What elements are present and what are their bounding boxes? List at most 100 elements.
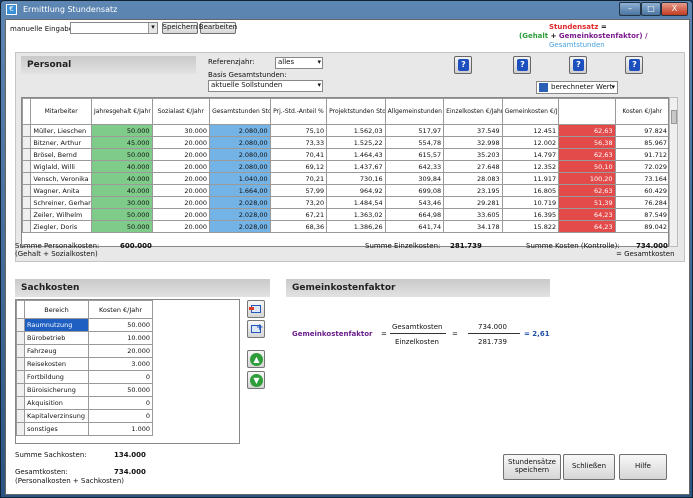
table-cell[interactable]: 62,63	[558, 184, 616, 197]
list-item[interactable]: Fahrzeug 20.000	[16, 344, 153, 358]
move-down-icon[interactable]: ▼	[247, 371, 265, 389]
table-row[interactable]: Ziegler, Doris 50.000 20.000 2.028,00 68,36 1…	[22, 220, 668, 233]
table-cell[interactable]: 20.000	[151, 136, 211, 149]
list-item[interactable]: Reisekosten 3.000	[16, 357, 153, 371]
table-cell[interactable]: Fortbildung	[24, 370, 89, 384]
table-cell[interactable]: 23.195	[443, 184, 503, 197]
column-header[interactable]: Projektstunden Std/Jahr	[326, 98, 386, 125]
table-cell[interactable]: 615,57	[384, 148, 445, 161]
column-header[interactable]: Bereich	[24, 300, 89, 319]
table-cell[interactable]: 309,84	[384, 172, 445, 185]
table-cell[interactable]: 64,23	[558, 220, 616, 233]
table-cell[interactable]: 730,16	[326, 172, 386, 185]
column-header[interactable]: Allgemeinstunden Std/Jahr	[384, 98, 445, 125]
table-cell[interactable]: 57,99	[269, 184, 328, 197]
table-cell[interactable]: 62,63	[558, 148, 616, 161]
add-row-icon[interactable]	[247, 300, 265, 318]
table-cell[interactable]: 50.000	[90, 148, 153, 161]
column-header[interactable]: Gesamtstunden Std/Jahr	[209, 98, 271, 125]
table-row[interactable]: Müller, Lieschen 50.000 30.000 2.080,00 75,1…	[22, 124, 668, 137]
table-cell[interactable]: 89.042	[614, 220, 668, 233]
table-cell[interactable]: Brösel, Bernd	[30, 148, 92, 161]
table-cell[interactable]: 3.000	[88, 357, 153, 371]
table-cell[interactable]: 67,21	[269, 208, 328, 221]
personal-table-scrollbar[interactable]	[669, 97, 678, 247]
table-cell[interactable]: Raumnutzung	[24, 318, 89, 332]
table-cell[interactable]: 1.363,02	[326, 208, 386, 221]
table-cell[interactable]: 1.386,26	[326, 220, 386, 233]
table-cell[interactable]: 12.352	[501, 160, 560, 173]
scrollbar-thumb[interactable]	[671, 110, 677, 124]
table-cell[interactable]: 40.000	[90, 184, 153, 197]
row-indicator[interactable]	[16, 383, 25, 397]
row-indicator[interactable]	[22, 124, 32, 137]
list-item[interactable]: Kapitalverzinsung 0	[16, 409, 153, 423]
insert-row-icon[interactable]: +	[247, 320, 265, 338]
table-cell[interactable]: 641,74	[384, 220, 445, 233]
table-cell[interactable]: 2.080,00	[209, 148, 271, 161]
table-cell[interactable]: Vensch, Veronika	[30, 172, 92, 185]
table-cell[interactable]: 554,78	[384, 136, 445, 149]
help-question-icon[interactable]: ?	[454, 56, 472, 74]
table-cell[interactable]: 73,20	[269, 196, 328, 209]
save-rates-button[interactable]: Stundensätze speichern	[503, 454, 561, 480]
table-cell[interactable]: 20.000	[151, 148, 211, 161]
table-cell[interactable]: 12.002	[501, 136, 560, 149]
row-indicator[interactable]	[22, 148, 32, 161]
table-cell[interactable]: Büroisicherung	[24, 383, 89, 397]
table-cell[interactable]: 16.805	[501, 184, 560, 197]
table-cell[interactable]: 0	[88, 409, 153, 423]
column-header[interactable]: Sozialast €/Jahr	[151, 98, 211, 125]
list-item[interactable]: Bürobetrieb 10.000	[16, 331, 153, 345]
table-cell[interactable]: Zeiler, Wilhelm	[30, 208, 92, 221]
help-question-icon[interactable]: ?	[569, 56, 587, 74]
move-up-icon[interactable]: ▲	[247, 350, 265, 368]
table-cell[interactable]: 20.000	[151, 208, 211, 221]
table-row[interactable]: Wagner, Anita 40.000 20.000 1.664,00 57,99 96…	[22, 184, 668, 197]
table-cell[interactable]: 33.605	[443, 208, 503, 221]
close-window-button[interactable]: X	[661, 2, 688, 16]
chevron-down-icon[interactable]: ▾	[317, 58, 321, 66]
table-cell[interactable]: 28.083	[443, 172, 503, 185]
help-question-icon[interactable]: ?	[625, 56, 643, 74]
column-header[interactable]: Prj.-Std.-Anteil %	[269, 98, 328, 125]
table-cell[interactable]: 30.000	[151, 124, 211, 137]
column-header[interactable]: Jahresgehalt €/Jahr	[90, 98, 153, 125]
table-cell[interactable]: 40.000	[90, 172, 153, 185]
table-cell[interactable]: 73.164	[614, 172, 668, 185]
table-cell[interactable]: 60.429	[614, 184, 668, 197]
table-cell[interactable]: Kapitalverzinsung	[24, 409, 89, 423]
list-item[interactable]: Akquisition 0	[16, 396, 153, 410]
table-cell[interactable]: 62,63	[558, 124, 616, 137]
table-cell[interactable]: Reisekosten	[24, 357, 89, 371]
table-cell[interactable]: 72.029	[614, 160, 668, 173]
table-cell[interactable]: 29.281	[443, 196, 503, 209]
table-cell[interactable]: 2.080,00	[209, 160, 271, 173]
table-cell[interactable]: 1.040,00	[209, 172, 271, 185]
table-cell[interactable]: 27.648	[443, 160, 503, 173]
table-cell[interactable]: 20.000	[88, 344, 153, 358]
column-header[interactable]: Kosten €/Jahr	[88, 300, 153, 319]
table-row[interactable]: Zeiler, Wilhelm 50.000 20.000 2.028,00 67,21…	[22, 208, 668, 221]
table-cell[interactable]: 1.525,22	[326, 136, 386, 149]
table-cell[interactable]: 87.549	[614, 208, 668, 221]
table-cell[interactable]: 85.967	[614, 136, 668, 149]
table-cell[interactable]: Wagner, Anita	[30, 184, 92, 197]
row-indicator[interactable]	[22, 172, 32, 185]
table-cell[interactable]: 69,12	[269, 160, 328, 173]
table-cell[interactable]: 50.000	[90, 208, 153, 221]
row-indicator[interactable]	[22, 196, 32, 209]
table-cell[interactable]: 50.000	[88, 318, 153, 332]
calculated-value-select[interactable]: berechneter Wert ▾	[536, 81, 618, 94]
table-cell[interactable]: 10.000	[88, 331, 153, 345]
table-cell[interactable]: Akquisition	[24, 396, 89, 410]
table-cell[interactable]: 0	[88, 370, 153, 384]
table-cell[interactable]: 16.395	[501, 208, 560, 221]
table-row[interactable]: Bitzner, Arthur 45.000 20.000 2.080,00 73,33…	[22, 136, 668, 149]
table-cell[interactable]: 91.712	[614, 148, 668, 161]
table-cell[interactable]: 45.000	[90, 136, 153, 149]
row-indicator[interactable]	[16, 318, 25, 332]
column-header[interactable]: Mitarbeiter	[30, 98, 92, 125]
column-header[interactable]: Kosten €/Jahr	[614, 98, 668, 125]
maximize-button[interactable]: □	[641, 2, 661, 16]
